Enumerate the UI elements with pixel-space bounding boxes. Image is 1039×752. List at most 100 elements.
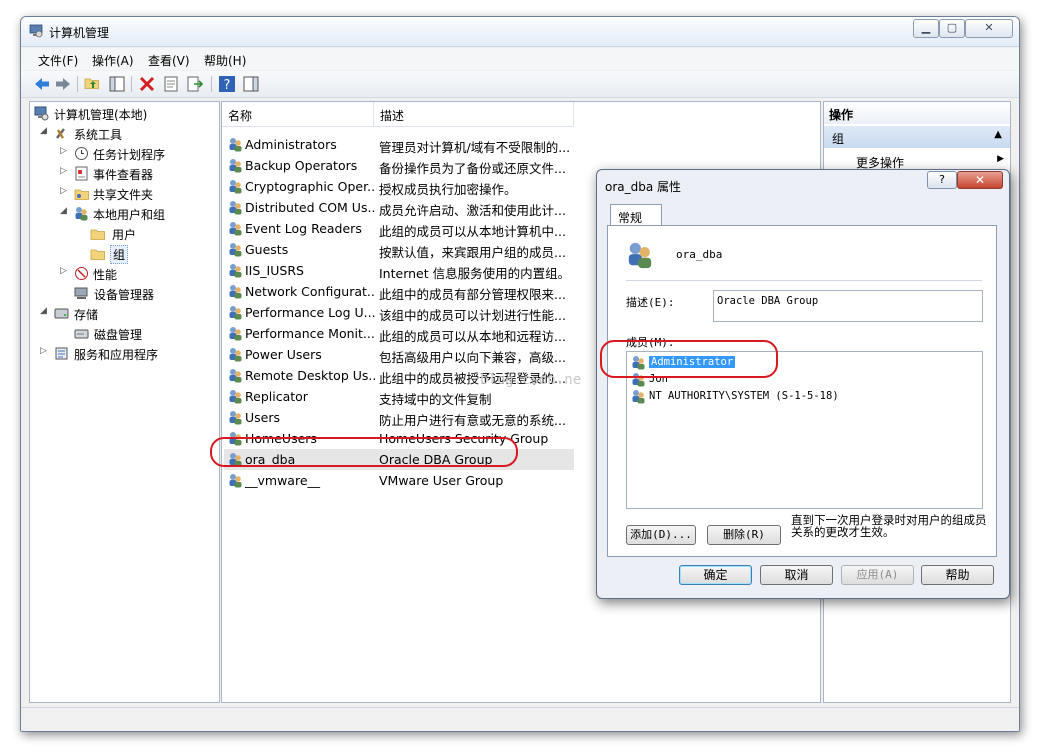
delete-icon[interactable]	[138, 75, 156, 93]
group-description-cell: 按默认值，来宾跟用户组的成员...	[379, 245, 566, 260]
table-row[interactable]: Network Configurat... 此组中的成员有部分管理权限来...	[224, 281, 574, 302]
group-icon	[229, 138, 242, 152]
toolbar-separator	[131, 76, 132, 92]
table-row[interactable]: Backup Operators 备份操作员为了备份或还原文件...	[224, 155, 574, 176]
menu-file[interactable]: 文件(F)	[38, 52, 78, 69]
properties-dialog: ora_dba 属性 ? ✕ 常规 ora_dba 描述(E): Oracle …	[596, 169, 1010, 599]
tree-label: 事件查看器	[93, 168, 154, 182]
services-icon	[55, 347, 68, 360]
dialog-help-button[interactable]: ?	[927, 171, 957, 189]
menu-help[interactable]: 帮助(H)	[204, 52, 246, 69]
title-bar[interactable]: 计算机管理 ▁ ▢ ✕	[21, 17, 1019, 47]
group-icon	[229, 348, 242, 362]
dialog-close-button[interactable]: ✕	[957, 171, 1003, 189]
group-name-cell: Performance Monit...	[245, 326, 375, 341]
actions-group-label: 组	[832, 132, 845, 146]
group-name-cell: Event Log Readers	[245, 221, 362, 236]
table-row[interactable]: Guests 按默认值，来宾跟用户组的成员...	[224, 239, 574, 260]
maximize-button[interactable]: ▢	[939, 19, 965, 38]
table-row[interactable]: Replicator 支持域中的文件复制	[224, 386, 574, 407]
remove-member-button[interactable]: 删除(R)	[707, 525, 781, 545]
collapse-up-icon[interactable]: ▲	[994, 129, 1002, 140]
separator	[626, 280, 982, 281]
group-name-cell: Backup Operators	[245, 158, 358, 173]
toolbar: ?	[21, 71, 1019, 98]
group-name: ora_dba	[676, 248, 723, 261]
minimize-button[interactable]: ▁	[913, 19, 939, 38]
clock-icon	[75, 147, 88, 160]
apply-button[interactable]: 应用(A)	[841, 565, 914, 585]
table-row[interactable]: Power Users 包括高级用户以向下兼容，高级...	[224, 344, 574, 365]
tree-label: 存储	[74, 308, 99, 322]
group-icon	[229, 201, 242, 215]
export-icon[interactable]	[186, 75, 204, 93]
column-header-description[interactable]: 描述	[374, 102, 574, 126]
table-row[interactable]: Performance Log U... 该组中的成员可以计划进行性能...	[224, 302, 574, 323]
toolbar-separator	[211, 76, 212, 92]
group-name-cell: Performance Log U...	[245, 305, 375, 320]
column-header-name[interactable]: 名称	[222, 102, 374, 126]
storage-icon	[54, 308, 69, 319]
group-name-cell: Administrators	[245, 137, 337, 152]
description-label: 描述(E):	[626, 296, 675, 309]
close-window-button[interactable]: ✕	[965, 19, 1013, 38]
annotation-oval-administrator	[600, 340, 778, 378]
table-row[interactable]: Administrators 管理员对计算机/域有不受限制的...	[224, 134, 574, 155]
expand-arrow-icon[interactable]: ▷	[40, 346, 47, 356]
menu-bar: 文件(F) 操作(A) 查看(V) 帮助(H)	[21, 48, 1019, 70]
member-name: NT AUTHORITY\SYSTEM (S-1-5-18)	[649, 390, 839, 402]
device-manager-icon	[74, 287, 88, 299]
table-row[interactable]: __vmware__ VMware User Group	[224, 470, 574, 491]
group-icon	[229, 390, 242, 404]
table-row[interactable]: Performance Monit... 此组的成员可以从本地和远程访...	[224, 323, 574, 344]
group-icon	[229, 306, 242, 320]
cancel-button[interactable]: 取消	[760, 565, 833, 585]
computer-management-icon	[29, 24, 43, 38]
menu-view[interactable]: 查看(V)	[148, 52, 190, 69]
back-arrow-icon[interactable]	[33, 75, 51, 93]
forward-arrow-icon[interactable]	[54, 75, 72, 93]
add-member-button[interactable]: 添加(D)...	[626, 525, 696, 545]
show-tree-icon[interactable]	[108, 75, 126, 93]
properties-icon[interactable]	[162, 75, 180, 93]
expand-arrow-icon[interactable]: ▷	[60, 266, 67, 276]
tree-label: 任务计划程序	[93, 148, 166, 162]
status-bar	[21, 707, 1019, 731]
collapse-arrow-icon[interactable]: ◢	[40, 126, 47, 136]
expand-arrow-icon[interactable]: ▷	[60, 166, 67, 176]
actions-header: 操作	[824, 102, 1010, 124]
group-icon	[229, 222, 242, 236]
help-button[interactable]: 帮助	[921, 565, 994, 585]
menu-action[interactable]: 操作(A)	[92, 52, 134, 69]
up-folder-icon[interactable]	[84, 75, 102, 93]
tab-general[interactable]: 常规	[610, 204, 662, 226]
expand-arrow-icon[interactable]: ▷	[60, 186, 67, 196]
table-row[interactable]: IIS_IUSRS Internet 信息服务使用的内置组。	[224, 260, 574, 281]
tools-icon	[56, 128, 65, 139]
collapse-arrow-icon[interactable]: ◢	[40, 306, 47, 316]
group-icon	[229, 264, 242, 278]
tree-label: 系统工具	[74, 128, 123, 142]
collapse-arrow-icon[interactable]: ◢	[60, 206, 67, 216]
tree-label: 计算机管理(本地)	[54, 108, 148, 122]
actions-group-header[interactable]: 组 ▲	[824, 126, 1010, 148]
table-row[interactable]: Distributed COM Us... 成员允许启动、激活和使用此计...	[224, 197, 574, 218]
group-description-cell: VMware User Group	[379, 473, 504, 488]
ok-button[interactable]: 确定	[679, 565, 752, 585]
tree-label: 组	[110, 245, 129, 264]
group-name-cell: Distributed COM Us...	[245, 200, 375, 215]
console-tree: 计算机管理(本地) ◢ 系统工具 ▷ 任务计划程序 ▷ 事件查看器 ▷ 共享文件…	[29, 101, 220, 703]
event-viewer-icon	[75, 166, 88, 181]
table-row[interactable]: Cryptographic Oper... 授权成员执行加密操作。	[224, 176, 574, 197]
tree-label: 用户	[112, 228, 137, 242]
description-field[interactable]: Oracle DBA Group	[713, 290, 983, 322]
table-row[interactable]: Users 防止用户进行有意或无意的系统...	[224, 407, 574, 428]
performance-icon	[75, 267, 88, 280]
help-icon[interactable]: ?	[218, 75, 236, 93]
tree-label: 磁盘管理	[94, 328, 143, 342]
expand-arrow-icon[interactable]: ▷	[60, 146, 67, 156]
tree-label: 设备管理器	[94, 288, 155, 302]
action-pane-icon[interactable]	[242, 75, 260, 93]
group-description-cell: 授权成员执行加密操作。	[379, 182, 517, 197]
table-row[interactable]: Event Log Readers 此组的成员可以从本地计算机中...	[224, 218, 574, 239]
